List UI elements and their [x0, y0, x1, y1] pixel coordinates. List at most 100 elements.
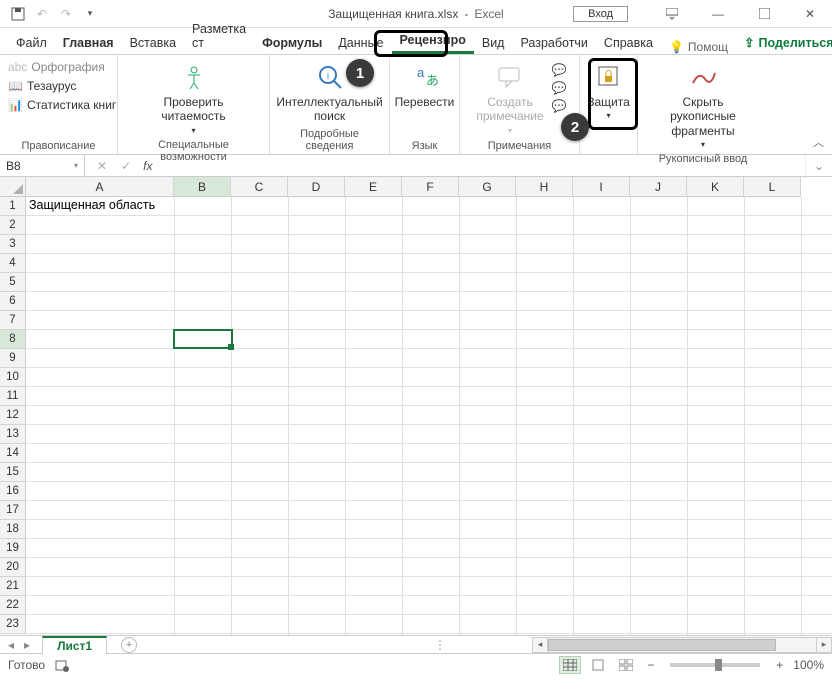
close-icon[interactable]: ✕ [788, 0, 832, 28]
tab-review[interactable]: Рецензиро [392, 29, 474, 54]
redo-icon[interactable]: ↷ [58, 6, 74, 22]
row-header[interactable]: 17 [0, 501, 26, 520]
chevron-down-icon: ▾ [606, 111, 610, 120]
sheet-tab[interactable]: Лист1 [42, 636, 107, 654]
collapse-ribbon-icon[interactable]: ︿ [813, 134, 824, 150]
next-sheet-icon[interactable]: ▸ [24, 638, 30, 652]
tab-file[interactable]: Файл [8, 32, 55, 54]
column-header[interactable]: D [288, 177, 345, 197]
callout-badge-1: 1 [346, 59, 374, 87]
column-header[interactable]: F [402, 177, 459, 197]
maximize-icon[interactable] [742, 0, 786, 28]
minimize-icon[interactable]: ― [696, 0, 740, 28]
row-header[interactable]: 6 [0, 292, 26, 311]
active-cell[interactable] [173, 329, 233, 349]
tab-insert[interactable]: Вставка [122, 32, 184, 54]
column-header[interactable]: K [687, 177, 744, 197]
expand-formula-bar-icon[interactable]: ⌄ [805, 155, 832, 176]
hide-ink-button[interactable]: Скрыть рукописные фрагменты ▾ [644, 59, 762, 151]
ribbon-options-icon[interactable] [650, 0, 694, 28]
row-header[interactable]: 5 [0, 273, 26, 292]
horizontal-scrollbar[interactable] [548, 637, 816, 653]
normal-view-button[interactable] [559, 656, 581, 674]
add-sheet-button[interactable]: + [121, 637, 137, 653]
page-break-view-button[interactable] [615, 656, 637, 674]
row-header[interactable]: 12 [0, 406, 26, 425]
login-button[interactable]: Вход [573, 6, 628, 22]
translate-icon: aあ [409, 61, 441, 93]
row-header[interactable]: 20 [0, 558, 26, 577]
tab-view[interactable]: Вид [474, 32, 513, 54]
tab-home[interactable]: Главная [55, 32, 122, 54]
thesaurus-button[interactable]: 📖Тезаурус [6, 78, 78, 94]
row-header[interactable]: 15 [0, 463, 26, 482]
row-header[interactable]: 18 [0, 520, 26, 539]
share-button[interactable]: ⇪ Поделиться [736, 31, 832, 54]
next-comment-icon[interactable]: 💬 [552, 81, 567, 95]
row-header[interactable]: 22 [0, 596, 26, 615]
column-header[interactable]: L [744, 177, 801, 197]
tab-formulas[interactable]: Формулы [254, 32, 330, 54]
protect-icon [593, 61, 625, 93]
row-header[interactable]: 9 [0, 349, 26, 368]
save-icon[interactable] [10, 6, 26, 22]
row-header[interactable]: 2 [0, 216, 26, 235]
protect-button[interactable]: Защита ▾ [579, 59, 639, 122]
macro-record-icon[interactable] [55, 658, 69, 672]
column-header[interactable]: J [630, 177, 687, 197]
row-header[interactable]: 10 [0, 368, 26, 387]
scroll-right-button[interactable]: ▸ [816, 637, 832, 653]
translate-button[interactable]: aあ Перевести [391, 59, 459, 111]
show-comments-icon[interactable]: 💬 [552, 99, 567, 113]
new-comment-button[interactable]: Создать примечание ▾ [472, 59, 547, 137]
column-header[interactable]: C [231, 177, 288, 197]
ribbon: abcОрфография 📖Тезаурус 📊Статистика книг… [0, 55, 832, 155]
tab-developer[interactable]: Разработчи [512, 32, 595, 54]
cells-area[interactable]: Защищенная область [26, 197, 832, 635]
row-header[interactable]: 7 [0, 311, 26, 330]
tab-page-layout[interactable]: Разметка ст [184, 18, 254, 54]
app-name: Excel [474, 7, 503, 21]
row-header[interactable]: 19 [0, 539, 26, 558]
check-accessibility-button[interactable]: Проверить читаемость ▾ [157, 59, 229, 137]
column-header[interactable]: E [345, 177, 402, 197]
workbook-stats-button[interactable]: 📊Статистика книг [6, 97, 118, 113]
status-bar: Готово − + 100% [0, 653, 832, 675]
window-title: Защищенная книга.xlsx - Excel [328, 7, 503, 21]
row-header[interactable]: 16 [0, 482, 26, 501]
tell-me[interactable]: 💡 Помощ [661, 40, 736, 54]
spelling-button[interactable]: abcОрфография [6, 59, 107, 75]
undo-icon[interactable]: ↶ [34, 6, 50, 22]
row-header[interactable]: 4 [0, 254, 26, 273]
row-header[interactable]: 11 [0, 387, 26, 406]
zoom-level[interactable]: 100% [793, 658, 824, 672]
column-header[interactable]: I [573, 177, 630, 197]
name-box[interactable]: B8 ▾ [0, 155, 85, 176]
zoom-in-button[interactable]: + [772, 658, 787, 672]
row-header[interactable]: 14 [0, 444, 26, 463]
row-header[interactable]: 3 [0, 235, 26, 254]
row-header[interactable]: 23 [0, 615, 26, 634]
svg-text:i: i [327, 71, 329, 81]
row-header[interactable]: 8 [0, 330, 26, 349]
row-header[interactable]: 1 [0, 197, 26, 216]
zoom-slider[interactable] [670, 663, 760, 667]
prev-comment-icon[interactable]: 💬 [552, 63, 567, 77]
cell-a1[interactable]: Защищенная область [26, 197, 158, 213]
row-header[interactable]: 13 [0, 425, 26, 444]
thesaurus-icon: 📖 [8, 79, 23, 93]
row-header[interactable]: 21 [0, 577, 26, 596]
zoom-out-button[interactable]: − [643, 658, 658, 672]
select-all-button[interactable] [0, 177, 26, 197]
column-header[interactable]: G [459, 177, 516, 197]
tab-data[interactable]: Данные [330, 32, 391, 54]
qat-dropdown-icon[interactable]: ▾ [82, 6, 98, 22]
column-header[interactable]: A [26, 177, 174, 197]
column-header[interactable]: B [174, 177, 231, 197]
tab-help[interactable]: Справка [596, 32, 661, 54]
cancel-icon[interactable]: ✕ [97, 159, 107, 173]
page-layout-view-button[interactable] [587, 656, 609, 674]
column-header[interactable]: H [516, 177, 573, 197]
scroll-left-button[interactable]: ◂ [532, 637, 548, 653]
first-sheet-icon[interactable]: ◂ [8, 638, 14, 652]
